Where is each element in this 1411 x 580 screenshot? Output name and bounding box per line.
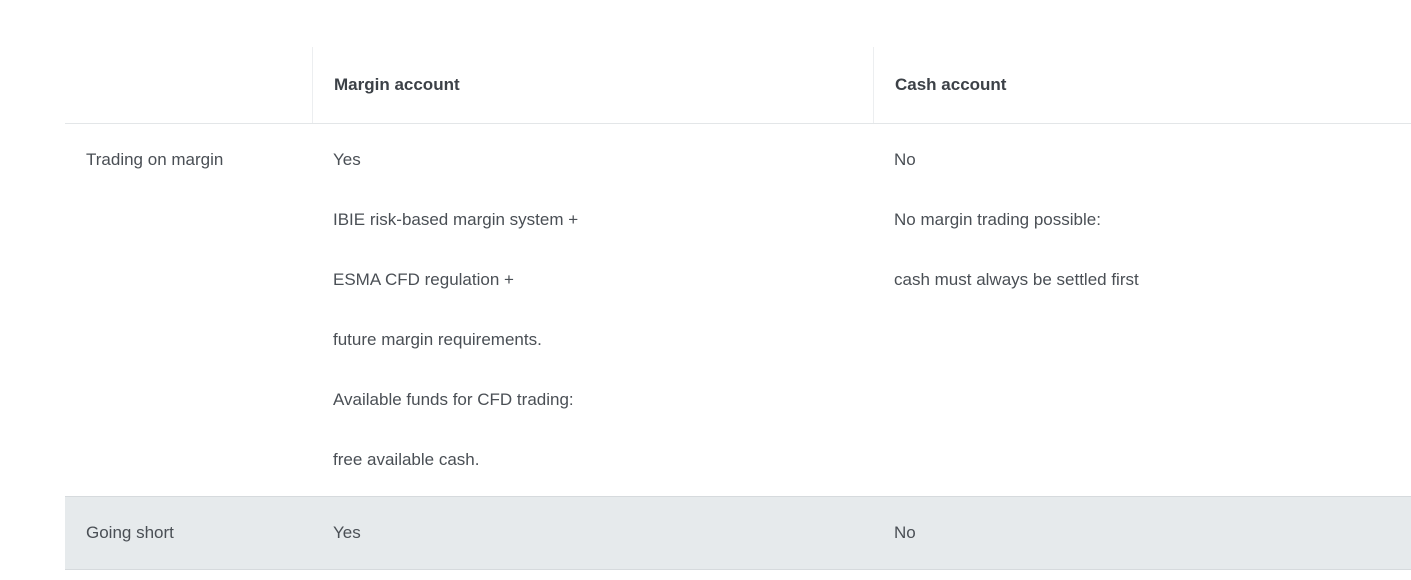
row-label-trading-on-margin: Trading on margin xyxy=(65,124,312,496)
cell-text: ESMA CFD regulation + xyxy=(333,270,514,289)
header-margin-account: Margin account xyxy=(312,47,873,123)
cell-text: future margin requirements. xyxy=(333,330,542,349)
table-row: Going short Yes No xyxy=(65,496,1411,570)
row-label: Trading on margin xyxy=(86,150,224,169)
cash-account-cell: No No margin trading possible: cash must… xyxy=(873,124,1411,496)
cell-text: cash must always be settled first xyxy=(894,270,1139,289)
margin-account-cell: Yes xyxy=(333,523,361,542)
cell-text: Available funds for CFD trading: xyxy=(333,390,574,409)
header-cash-account: Cash account xyxy=(873,47,1411,123)
margin-account-cell: Yes IBIE risk-based margin system + ESMA… xyxy=(312,124,873,496)
cell-text: free available cash. xyxy=(333,450,480,469)
comparison-table: Margin account Cash account Trading on m… xyxy=(65,47,1411,570)
cell-text: Yes xyxy=(333,150,361,169)
cell-text: IBIE risk-based margin system + xyxy=(333,210,579,229)
row-label-going-short: Going short xyxy=(86,523,174,542)
table-header-row: Margin account Cash account xyxy=(65,47,1411,124)
cell-text: No margin trading possible: xyxy=(894,210,1101,229)
cash-account-cell: No xyxy=(894,523,916,542)
header-empty-cell xyxy=(65,47,312,123)
table-row: Trading on margin Yes IBIE risk-based ma… xyxy=(65,124,1411,496)
cell-text: No xyxy=(894,150,916,169)
